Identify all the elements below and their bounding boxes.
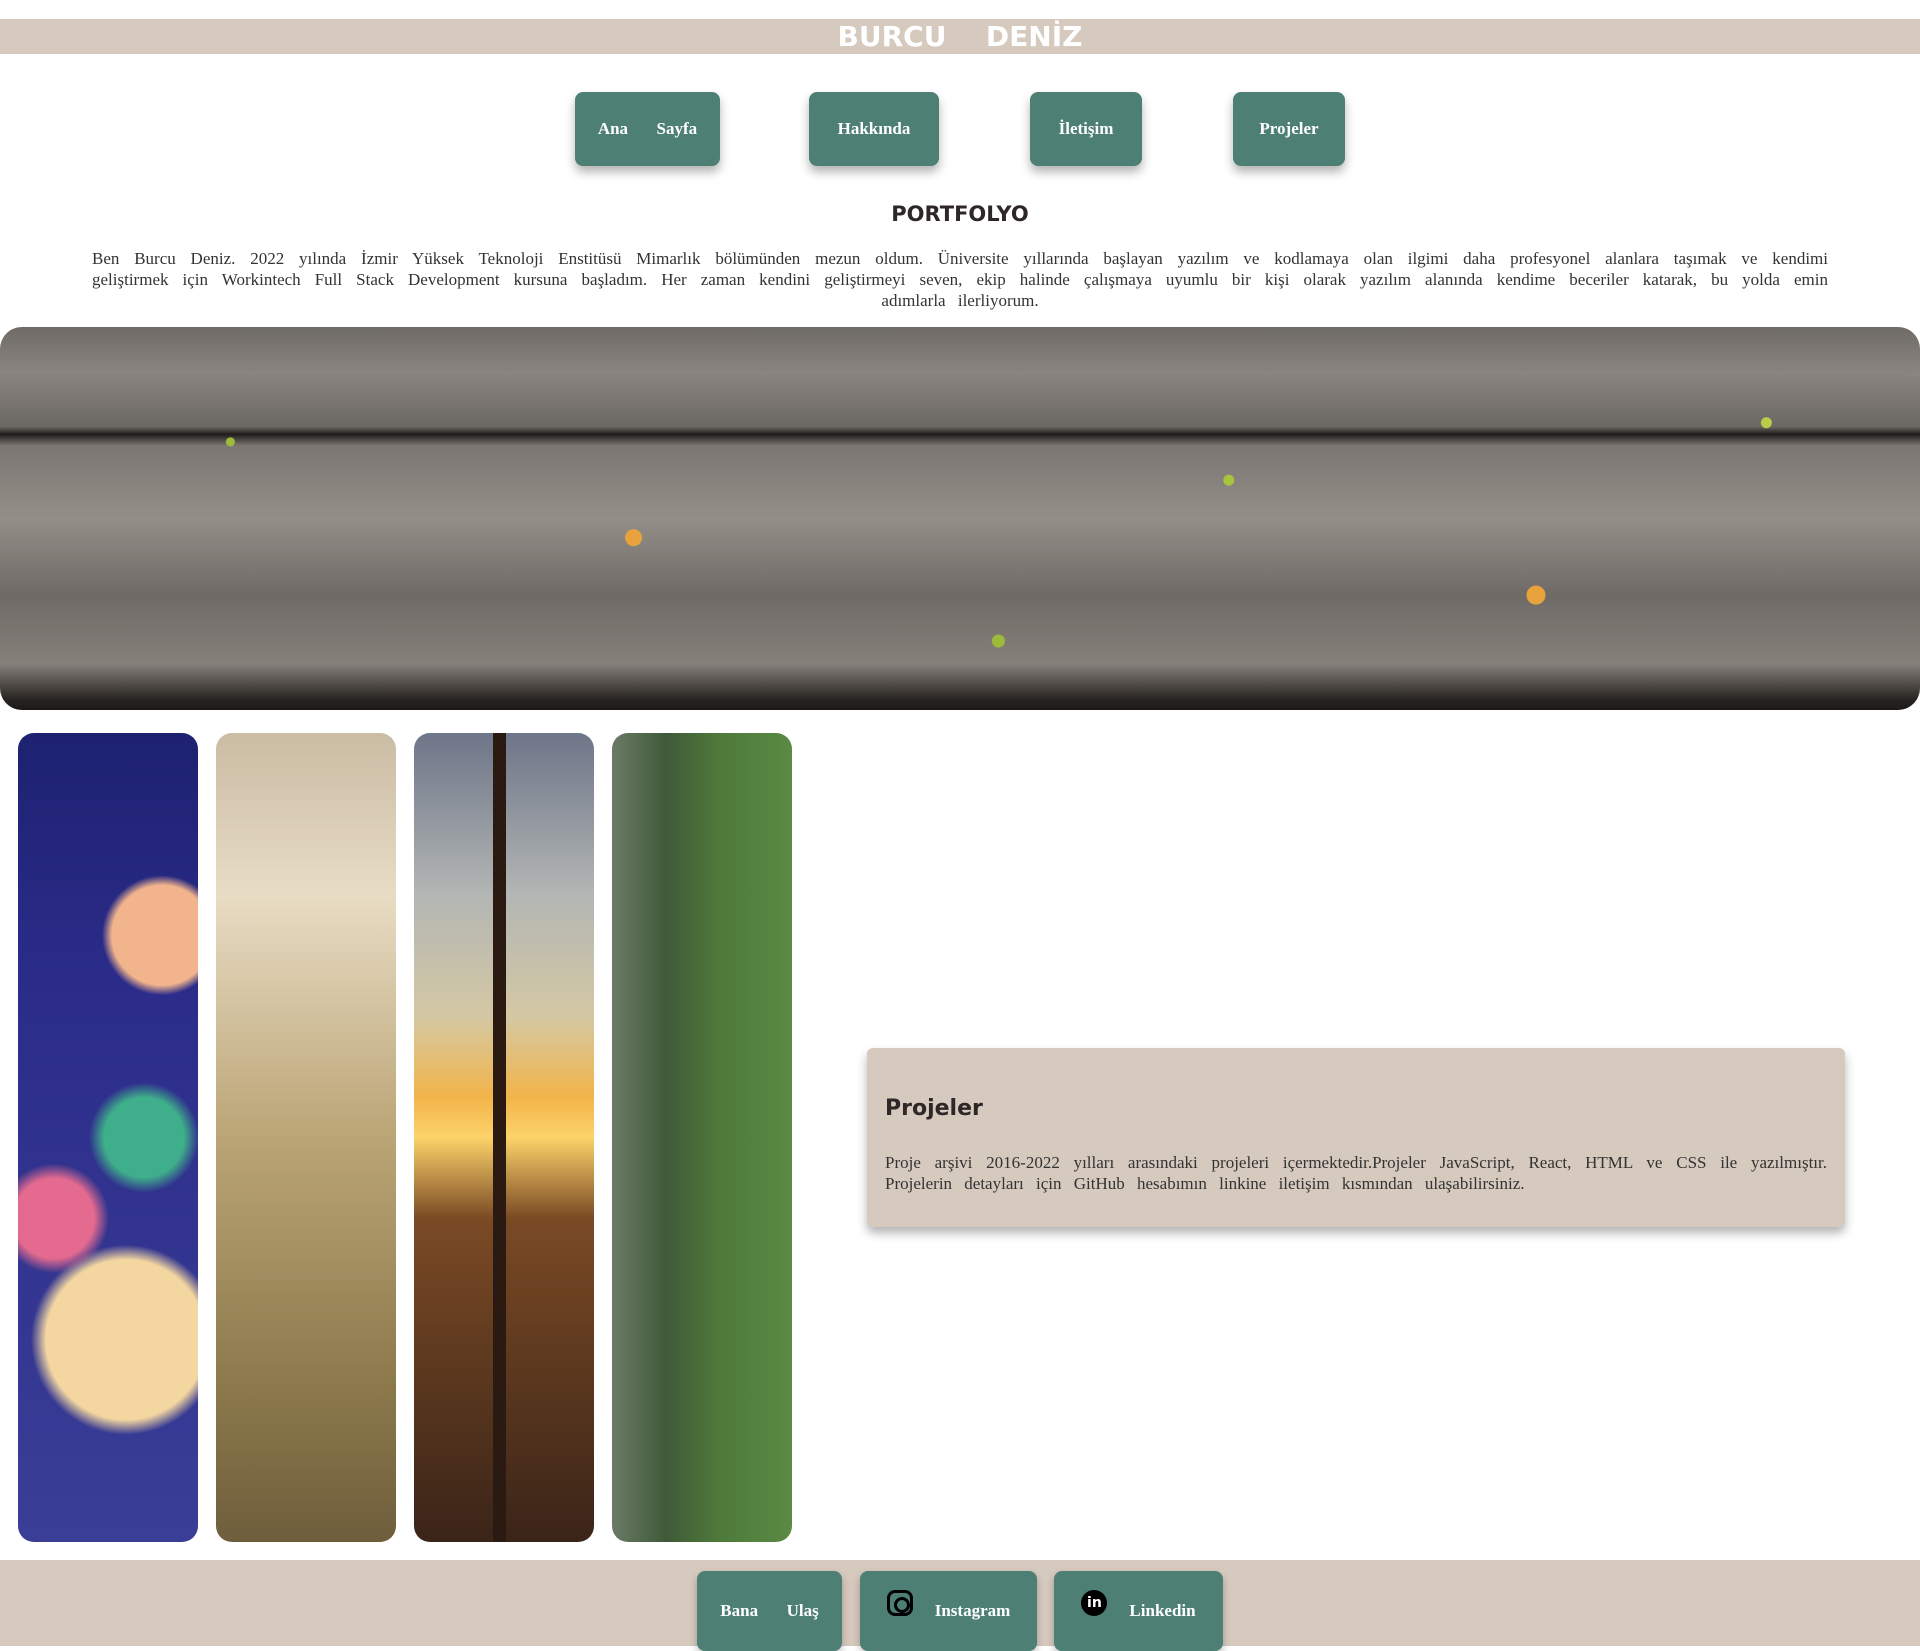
site-title: BURCU DENİZ	[837, 20, 1083, 53]
footer: Bana Ulaş Instagram in Linkedin	[0, 1560, 1920, 1651]
contact-me-label: Bana Ulaş	[720, 1601, 819, 1620]
wood-banner-image	[0, 327, 1920, 710]
instagram-icon	[886, 1590, 913, 1616]
intro-text: Ben Burcu Deniz. 2022 yılında İzmir Yüks…	[92, 249, 1828, 310]
projects-title: Projeler	[885, 1096, 983, 1121]
linkedin-label: Linkedin	[1129, 1601, 1196, 1620]
nav-home-button[interactable]: Ana Sayfa	[575, 92, 720, 166]
nav-about-button[interactable]: Hakkında	[809, 92, 939, 166]
linkedin-button[interactable]: in Linkedin	[1054, 1571, 1223, 1651]
site-header: BURCU DENİZ	[0, 19, 1920, 54]
nav-contact-button[interactable]: İletişim	[1030, 92, 1142, 166]
nav-projects-button[interactable]: Projeler	[1233, 92, 1345, 166]
forest-image	[612, 733, 792, 1542]
projects-text: Proje arşivi 2016-2022 yılları arasındak…	[885, 1153, 1827, 1193]
grass-image	[216, 733, 396, 1542]
instagram-button[interactable]: Instagram	[860, 1571, 1037, 1651]
contact-me-button[interactable]: Bana Ulaş	[697, 1571, 842, 1651]
sunset-image	[414, 733, 594, 1542]
linkedin-icon: in	[1081, 1590, 1108, 1616]
instagram-label: Instagram	[934, 1601, 1011, 1620]
bokeh-image	[18, 733, 198, 1542]
page-title: PORTFOLYO	[891, 202, 1029, 226]
projects-card: Projeler Proje arşivi 2016-2022 yılları …	[867, 1048, 1845, 1227]
